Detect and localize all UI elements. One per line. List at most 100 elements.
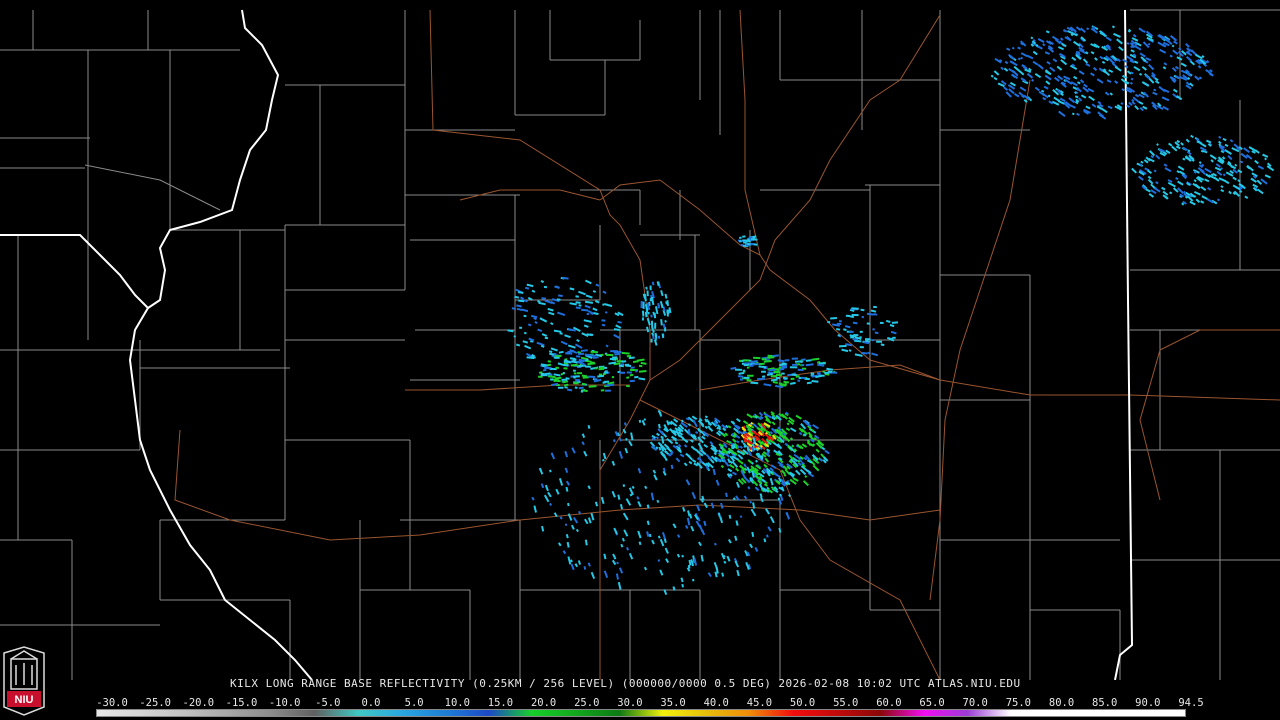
echo-streak (594, 501, 599, 507)
echo-streak (540, 280, 545, 284)
echo-streak (810, 372, 815, 375)
echo-streak (618, 364, 625, 368)
scale-label: 10.0 (444, 697, 470, 709)
echo-streak (1224, 143, 1229, 147)
scale-label: 15.0 (487, 697, 514, 709)
echo-streak (851, 307, 859, 310)
echo-streak (1090, 51, 1095, 55)
echo-streak (660, 319, 663, 326)
echo-streak (1239, 189, 1243, 193)
echo-streak (685, 417, 690, 421)
echo-streak (565, 486, 569, 492)
echo-streak (1045, 30, 1050, 34)
echo-streak (567, 502, 570, 507)
echo-streak (577, 351, 582, 354)
echo-streak (763, 360, 772, 363)
echo-streak (613, 350, 622, 354)
echo-streak (1139, 72, 1143, 76)
echo-streak (1142, 30, 1146, 34)
echo-streak (866, 312, 874, 316)
scale-label: 30.0 (617, 697, 643, 709)
echo-streak (548, 350, 553, 353)
echo-streak (873, 313, 878, 316)
echo-streak (626, 376, 630, 379)
echo-streak (613, 328, 621, 331)
echo-streak (587, 362, 596, 366)
echo-streak (844, 325, 851, 329)
echo-streak (681, 583, 684, 588)
echo-streak (656, 302, 660, 307)
echo-streak (656, 281, 660, 287)
echo-streak (513, 335, 517, 338)
scale-label: -15.0 (225, 697, 258, 709)
echo-streak (1169, 54, 1173, 58)
reflectivity-scale-labels: -30.0 -25.0 -20.0 -15.0 -10.0 -5.0 0.0 5.0 10.0 1… (94, 697, 1203, 709)
echo-streak (626, 547, 630, 551)
echo-streak (584, 300, 594, 304)
echo-streak (811, 429, 815, 433)
echo-streak (625, 437, 628, 441)
echo-streak (554, 354, 562, 358)
echo-streak (1158, 34, 1162, 38)
echo-streak (651, 281, 655, 286)
echo-streak (720, 464, 725, 469)
echo-streak (782, 376, 788, 380)
echo-streak (530, 314, 538, 319)
echo-streak (623, 422, 627, 426)
echo-streak (615, 573, 619, 580)
echo-streak (672, 586, 676, 591)
echo-streak (804, 475, 808, 478)
echo-streak (1017, 57, 1021, 61)
echo-streak (751, 362, 760, 366)
echo-streak (861, 351, 868, 355)
scale-label: 60.0 (876, 697, 902, 709)
echo-streak (789, 437, 794, 441)
echo-streak (1129, 81, 1133, 85)
echo-streak (1020, 41, 1025, 45)
echo-streak (805, 359, 812, 362)
echo-streak (712, 468, 716, 476)
echo-streak (544, 336, 549, 340)
echo-streak (681, 554, 685, 558)
echo-streak (651, 296, 655, 306)
echo-streak (1077, 81, 1081, 85)
echo-streak (569, 357, 576, 360)
echo-streak (662, 323, 666, 329)
echo-streak (620, 543, 624, 548)
echo-streak (577, 560, 582, 565)
echo-streak (527, 323, 532, 327)
echo-streak (668, 307, 672, 314)
echo-streak (747, 486, 751, 490)
echo-streak (664, 450, 668, 454)
echo-streak (641, 310, 645, 317)
echo-streak (1042, 97, 1047, 101)
echo-streak (755, 459, 759, 463)
scale-label: 55.0 (833, 697, 859, 709)
echo-streak (1086, 27, 1090, 31)
echo-streak (1162, 66, 1167, 70)
echo-streak (1017, 46, 1021, 50)
echo-streak (990, 74, 994, 78)
echo-streak (526, 356, 535, 360)
scale-label: -30.0 (96, 697, 128, 709)
scale-label: 50.0 (789, 697, 816, 709)
echo-streak (516, 304, 522, 308)
echo-streak (791, 444, 795, 448)
echo-streak (689, 513, 693, 519)
echo-streak (1040, 89, 1045, 93)
echo-streak (1011, 46, 1015, 50)
echo-streak (811, 357, 820, 361)
reflectivity-colorbar (96, 709, 1186, 717)
echo-streak (593, 312, 599, 316)
echo-streak (1176, 170, 1181, 174)
echo-streak (553, 373, 561, 377)
echo-streak (638, 419, 642, 423)
echo-streak (646, 531, 650, 537)
echo-streak (718, 512, 721, 517)
echo-streak (703, 520, 707, 527)
echo-streak (514, 295, 520, 299)
echo-streak (885, 319, 891, 323)
echo-streak (783, 473, 787, 477)
echo-streak (1220, 185, 1224, 189)
echo-streak (562, 276, 569, 280)
